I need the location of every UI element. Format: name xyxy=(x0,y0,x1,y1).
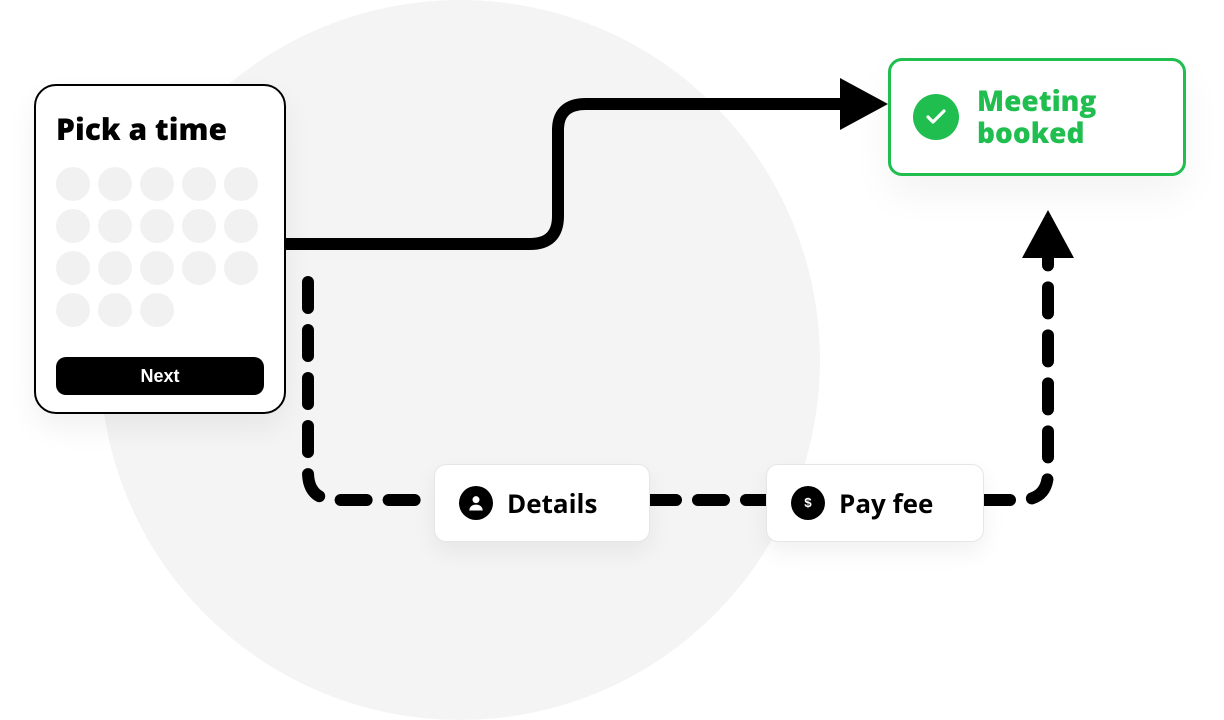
details-step-label: Details xyxy=(507,485,597,521)
dashed-arrowhead xyxy=(1022,210,1074,258)
details-step: Details xyxy=(434,464,650,542)
meeting-booked-card: Meeting booked xyxy=(888,58,1186,176)
time-slot-dot[interactable] xyxy=(182,167,216,201)
time-slot-dot[interactable] xyxy=(98,293,132,327)
dollar-icon: $ xyxy=(791,486,825,520)
payfee-step: $ Pay fee xyxy=(766,464,984,542)
time-slot-dot[interactable] xyxy=(98,167,132,201)
time-slot-dot[interactable] xyxy=(56,251,90,285)
pick-time-title: Pick a time xyxy=(56,108,264,149)
payfee-step-label: Pay fee xyxy=(839,485,933,521)
time-slot-dot[interactable] xyxy=(224,167,258,201)
time-slot-grid xyxy=(56,167,264,327)
meeting-booked-label: Meeting booked xyxy=(977,85,1161,149)
time-slot-dot[interactable] xyxy=(56,293,90,327)
time-slot-dot[interactable] xyxy=(140,293,174,327)
time-slot-dot[interactable] xyxy=(56,167,90,201)
time-slot-dot[interactable] xyxy=(140,167,174,201)
time-slot-dot[interactable] xyxy=(140,209,174,243)
time-slot-dot[interactable] xyxy=(98,251,132,285)
person-icon xyxy=(459,486,493,520)
next-button[interactable]: Next xyxy=(56,357,264,395)
pick-time-card: Pick a time Next xyxy=(34,84,286,414)
time-slot-dot[interactable] xyxy=(182,251,216,285)
dashed-flow-segment-3 xyxy=(984,254,1048,500)
time-slot-dot[interactable] xyxy=(140,251,174,285)
time-slot-dot[interactable] xyxy=(182,209,216,243)
time-slot-dot[interactable] xyxy=(98,209,132,243)
time-slot-dot[interactable] xyxy=(224,251,258,285)
time-slot-dot[interactable] xyxy=(224,209,258,243)
check-icon xyxy=(913,94,959,140)
time-slot-dot[interactable] xyxy=(56,209,90,243)
svg-text:$: $ xyxy=(804,495,812,510)
solid-arrowhead xyxy=(840,78,888,130)
